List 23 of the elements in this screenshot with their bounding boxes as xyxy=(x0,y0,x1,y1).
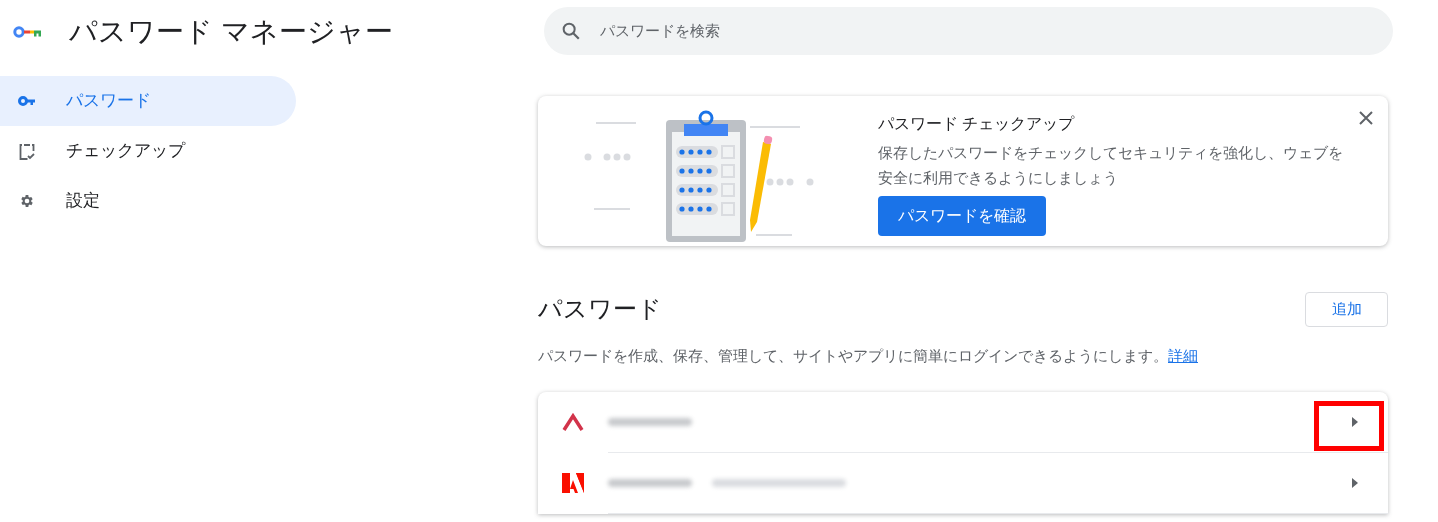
search-input[interactable]: パスワードを検索 xyxy=(600,19,1393,43)
app-title: パスワード マネージャー xyxy=(69,15,393,49)
logo-key-icon xyxy=(13,26,41,38)
search-field[interactable]: パスワードを検索 xyxy=(544,7,1393,55)
card-text: 保存したパスワードをチェックしてセキュリティを強化し、ウェブを安全に利用できるようにしましょう xyxy=(878,143,1344,188)
clipboard-check-icon xyxy=(19,142,35,160)
site-logo-icon xyxy=(562,413,584,431)
nav-item[interactable]: 設定 xyxy=(0,176,296,226)
settings-icon xyxy=(19,193,35,209)
section-description: パスワードを作成、保存、管理して、サイトやアプリに簡単にログインできるようにします。 xyxy=(538,346,1168,366)
caret-icon[interactable] xyxy=(1352,477,1358,488)
nav-item[interactable]: パスワード xyxy=(0,76,296,126)
details-link[interactable]: 詳細 xyxy=(1168,345,1198,368)
caret-icon[interactable] xyxy=(1352,416,1358,427)
key-icon xyxy=(18,96,36,106)
card-title: パスワード チェックアップ xyxy=(878,114,1076,134)
check-passwords-button[interactable]: パスワードを確認 xyxy=(878,196,1046,236)
site-logo-icon xyxy=(562,473,584,493)
section-title: パスワード xyxy=(538,294,662,324)
close-icon[interactable] xyxy=(1358,110,1374,126)
search-icon xyxy=(560,20,582,42)
add-button[interactable]: 追加 xyxy=(1305,291,1388,327)
nav-item[interactable]: チェックアップ xyxy=(0,126,296,176)
